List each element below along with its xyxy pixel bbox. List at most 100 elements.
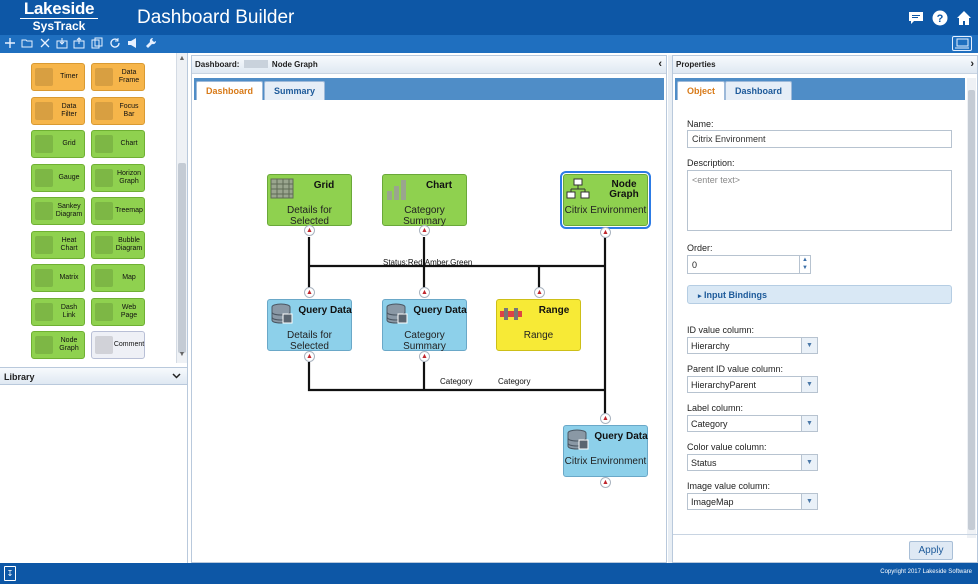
library-header[interactable]: Library	[0, 367, 187, 385]
home-icon[interactable]	[956, 10, 972, 26]
port-node-graph-out[interactable]: ▲	[600, 227, 611, 238]
palette-item-label: Matrix	[59, 274, 79, 281]
scroll-up-icon[interactable]: ▲	[177, 55, 187, 65]
add-icon[interactable]	[3, 37, 17, 51]
app-header: Lakeside SysTrack Dashboard Builder ?	[0, 0, 978, 35]
palette-item-horizon-graph[interactable]: Horizon Graph	[91, 163, 145, 192]
palette-item-data-filter[interactable]: Data Filter	[31, 96, 85, 125]
palette-item-label: Chart	[120, 140, 138, 147]
palette-item-comment[interactable]: Comment	[91, 331, 145, 359]
palette-item-gauge[interactable]: Gauge	[31, 163, 85, 192]
document-icon[interactable]: ↧	[4, 566, 16, 581]
palette-item-treemap[interactable]: Treemap	[91, 197, 145, 225]
port-range-in[interactable]: ▲	[534, 287, 545, 298]
label-column-value: Category	[691, 419, 728, 429]
input-bindings-toggle[interactable]: ▸ Input Bindings	[687, 285, 952, 304]
web-icon	[95, 302, 113, 321]
chevron-down-icon[interactable]: ▼	[801, 494, 817, 509]
database-icon	[270, 302, 294, 326]
color-column-select[interactable]: Status ▼	[687, 454, 818, 471]
apply-button[interactable]: Apply	[909, 541, 953, 560]
announce-icon[interactable]	[126, 37, 140, 51]
app-footer: ↧ Copyright 2017 Lakeside Software	[0, 563, 978, 584]
chevron-down-icon[interactable]: ▼	[801, 455, 817, 470]
copyright-text: Copyright 2017 Lakeside Software	[880, 569, 972, 575]
tab-dashboard-props[interactable]: Dashboard	[725, 81, 793, 100]
id-column-select[interactable]: Hierarchy ▼	[687, 337, 818, 354]
palette-item-bubble-diagram[interactable]: Bubble Diagram	[91, 230, 145, 259]
palette-item-timer[interactable]: Timer	[31, 63, 85, 91]
node-title: Range	[538, 305, 570, 316]
dashboard-panel-header: Dashboard: Node Graph ‹	[192, 56, 666, 74]
port-grid-out[interactable]: ▲	[304, 225, 315, 236]
properties-scrollbar[interactable]	[967, 78, 976, 538]
help-icon[interactable]: ?	[932, 10, 948, 26]
chevron-down-icon[interactable]	[172, 371, 181, 382]
scroll-down-icon[interactable]: ▼	[177, 351, 187, 361]
palette-item-label: Timer	[60, 73, 78, 80]
parent-id-select[interactable]: HierarchyParent ▼	[687, 376, 818, 393]
bar-chart-icon	[385, 177, 409, 201]
node-query-data-citrix[interactable]: Query Data Citrix Environment	[563, 425, 648, 477]
export-icon[interactable]	[72, 37, 86, 51]
palette-item-focus-bar[interactable]: Focus Bar	[91, 96, 145, 125]
scrollbar-thumb[interactable]	[968, 90, 975, 530]
name-input[interactable]: Citrix Environment	[687, 130, 952, 148]
order-stepper[interactable]: 0 ▲ ▼	[687, 255, 811, 274]
palette-item-node-graph[interactable]: Node Graph	[31, 331, 85, 359]
copy-icon[interactable]	[90, 37, 104, 51]
node-subtitle: Citrix Environment	[564, 456, 647, 467]
node-grid[interactable]: Grid Details for Selected	[267, 174, 352, 227]
stepper-arrows-icon[interactable]: ▲ ▼	[799, 256, 810, 273]
palette-item-grid[interactable]: Grid	[31, 130, 85, 158]
palette-item-chart[interactable]: Chart	[91, 130, 145, 158]
port-chart-out[interactable]: ▲	[419, 225, 430, 236]
chat-icon[interactable]	[908, 10, 924, 26]
tab-summary[interactable]: Summary	[264, 81, 326, 100]
dashboard-label: Dashboard:	[195, 60, 240, 69]
port-qd3-out[interactable]: ▲	[600, 477, 611, 488]
node-node-graph[interactable]: Node Graph Citrix Environment	[560, 171, 651, 229]
wrench-icon[interactable]	[144, 37, 158, 51]
collapse-right-icon[interactable]: ›	[970, 58, 974, 70]
palette-item-sankey-diagram[interactable]: Sankey Diagram	[31, 197, 85, 225]
chevron-down-icon[interactable]: ▼	[801, 338, 817, 353]
palette-item-web-page[interactable]: Web Page	[91, 297, 145, 326]
heat-icon	[35, 235, 53, 254]
image-column-value: ImageMap	[691, 497, 734, 507]
lakeside-logo[interactable]: Lakeside SysTrack	[18, 0, 100, 33]
port-qd3-in[interactable]: ▲	[600, 413, 611, 424]
chevron-down-icon[interactable]: ▼	[801, 416, 817, 431]
description-textarea[interactable]: <enter text>	[687, 170, 952, 231]
port-qd2-out[interactable]: ▲	[419, 351, 430, 362]
properties-panel: Properties › Object Dashboard Name: Citr…	[672, 55, 978, 563]
port-qd1-in[interactable]: ▲	[304, 287, 315, 298]
palette-item-map[interactable]: Map	[91, 264, 145, 292]
image-column-select[interactable]: ImageMap ▼	[687, 493, 818, 510]
open-folder-icon[interactable]	[20, 37, 34, 51]
tab-object[interactable]: Object	[677, 81, 726, 100]
port-qd1-out[interactable]: ▲	[304, 351, 315, 362]
node-chart[interactable]: Chart Category Summary	[382, 174, 467, 227]
refresh-icon[interactable]	[108, 37, 122, 51]
close-icon[interactable]	[38, 37, 52, 51]
palette-item-matrix[interactable]: Matrix	[31, 264, 85, 292]
palette-item-dash-link[interactable]: Dash Link	[31, 297, 85, 326]
tab-dashboard[interactable]: Dashboard	[196, 81, 264, 100]
port-qd2-in[interactable]: ▲	[419, 287, 430, 298]
label-column-select[interactable]: Category ▼	[687, 415, 818, 432]
palette-scrollbar[interactable]: ▲ ▼	[176, 53, 187, 363]
scrollbar-thumb[interactable]	[178, 163, 186, 353]
chevron-down-icon[interactable]: ▼	[801, 377, 817, 392]
gauge-icon	[35, 168, 53, 187]
graph-canvas[interactable]: Status:Red,Amber,Green Category Category…	[192, 100, 668, 562]
collapse-left-icon[interactable]: ‹	[658, 58, 662, 70]
import-icon[interactable]	[55, 37, 69, 51]
presentation-icon[interactable]	[952, 36, 972, 51]
palette-item-data-frame[interactable]: Data Frame	[91, 63, 145, 91]
node-query-data-category[interactable]: Query Data Category Summary	[382, 299, 467, 352]
palette-item-heat-chart[interactable]: Heat Chart	[31, 230, 85, 259]
node-query-data-details[interactable]: Query Data Details for Selected	[267, 299, 352, 352]
node-range[interactable]: Range Range	[496, 299, 581, 351]
sankey-icon	[35, 202, 53, 220]
